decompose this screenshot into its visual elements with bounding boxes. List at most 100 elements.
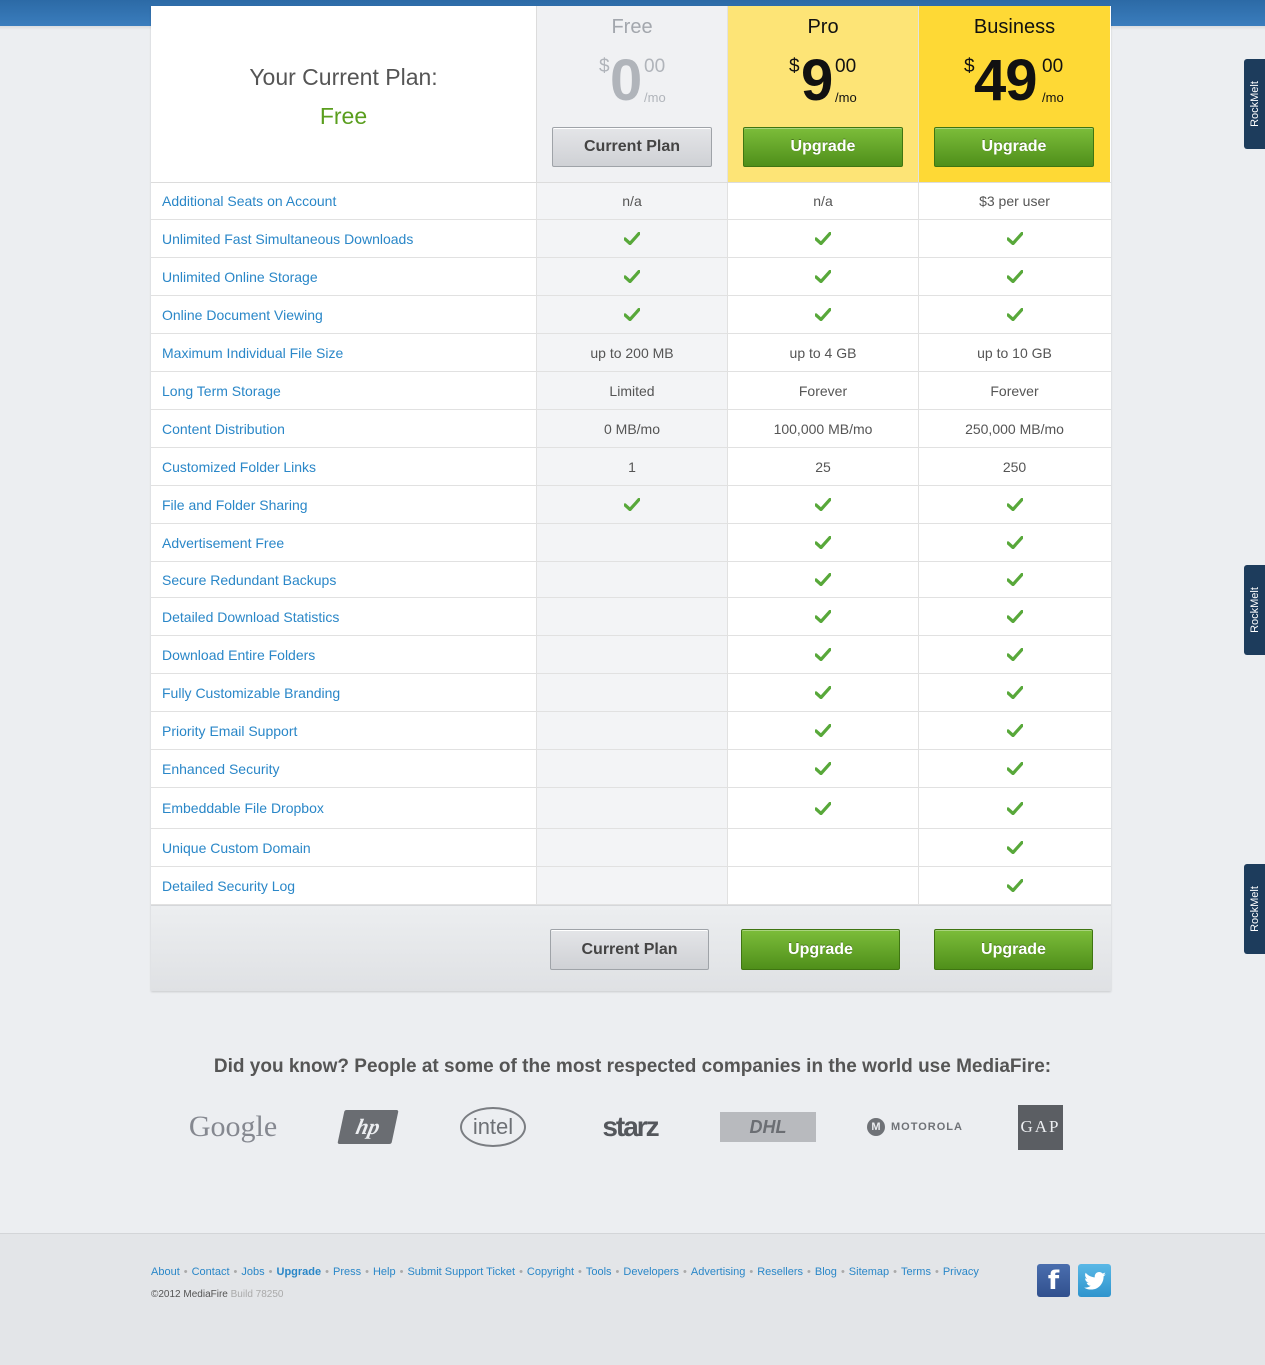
feature-name[interactable]: Unlimited Online Storage <box>151 258 537 295</box>
footer-link-about[interactable]: About <box>151 1266 180 1278</box>
footer-link-copyright[interactable]: Copyright <box>527 1266 574 1278</box>
feature-row: Maximum Individual File Size up to 200 MB… <box>151 334 1111 372</box>
feature-row: Additional Seats on Account n/a n/a $3 per … <box>151 183 1111 220</box>
footer-link-blog[interactable]: Blog <box>815 1266 837 1278</box>
feature-name[interactable]: Maximum Individual File Size <box>151 334 537 371</box>
feature-name[interactable]: Online Document Viewing <box>151 296 537 333</box>
feature-name[interactable]: Download Entire Folders <box>151 636 537 673</box>
feature-name[interactable]: Priority Email Support <box>151 712 537 749</box>
checkmark-icon <box>1006 648 1023 661</box>
facebook-icon[interactable]: f <box>1037 1264 1070 1297</box>
footer-link-developers[interactable]: Developers <box>623 1266 679 1278</box>
twitter-icon[interactable] <box>1078 1264 1111 1297</box>
footer-link-terms[interactable]: Terms <box>901 1266 931 1278</box>
price-period: /mo <box>644 90 666 105</box>
feature-cell <box>919 220 1110 257</box>
checkmark-icon <box>815 801 831 815</box>
rockmelt-tab-2[interactable]: RockMelt <box>1244 565 1265 655</box>
starz-logo: starz <box>602 1111 659 1142</box>
feature-name[interactable]: Customized Folder Links <box>151 448 537 485</box>
price-currency: $ <box>789 56 800 77</box>
plan-current-button[interactable]: Current Plan <box>552 127 712 167</box>
feature-name[interactable]: Advertisement Free <box>151 524 537 561</box>
footer-current-plan-button[interactable]: Current Plan <box>550 929 709 970</box>
price-cents: 00 <box>835 56 857 77</box>
price-amount: 9 <box>801 48 833 113</box>
feature-cell <box>728 562 919 597</box>
feature-name[interactable]: Unique Custom Domain <box>151 829 537 866</box>
footer-link-jobs[interactable]: Jobs <box>241 1266 264 1278</box>
feature-row: Unlimited Fast Simultaneous Downloads <box>151 220 1111 258</box>
footer-link-submit-support-ticket[interactable]: Submit Support Ticket <box>407 1266 515 1278</box>
intel-logo: intel <box>458 1092 528 1162</box>
hp-logo: hp <box>337 1092 399 1162</box>
site-footer: About • Contact • Jobs • Upgrade • Press • Help • Su… <box>0 1233 1265 1365</box>
feature-cell <box>537 636 728 673</box>
checkmark-icon <box>815 498 831 511</box>
checkmark-icon <box>815 762 831 775</box>
current-plan-label: Your Current Plan: <box>249 64 438 90</box>
feature-row: Enhanced Security <box>151 750 1111 788</box>
checkmark-icon <box>1006 498 1023 511</box>
checkmark-icon <box>1006 232 1023 245</box>
feature-name[interactable]: File and Folder Sharing <box>151 486 537 523</box>
feature-name[interactable]: Fully Customizable Branding <box>151 674 537 711</box>
feature-cell <box>919 524 1110 561</box>
footer-upgrade-button[interactable]: Upgrade <box>741 929 900 970</box>
pricing-table: Your Current Plan: Free Free $0 00/mo Curre… <box>151 6 1111 991</box>
checkmark-icon <box>624 232 640 245</box>
footer-upgrade-button[interactable]: Upgrade <box>934 929 1093 970</box>
footer-link-help[interactable]: Help <box>373 1266 396 1278</box>
feature-cell: Forever <box>728 372 919 409</box>
feature-cell <box>728 750 919 787</box>
price-currency: $ <box>599 56 610 77</box>
feature-name[interactable]: Long Term Storage <box>151 372 537 409</box>
rockmelt-tab-1[interactable]: RockMelt <box>1244 59 1265 149</box>
plan-name: Free <box>611 16 653 38</box>
rockmelt-tab-3[interactable]: RockMelt <box>1244 864 1265 954</box>
feature-name[interactable]: Secure Redundant Backups <box>151 562 537 597</box>
feature-cell <box>919 562 1110 597</box>
build-number: Build 78250 <box>230 1289 284 1300</box>
link-separator: • <box>683 1266 687 1278</box>
feature-row: Fully Customizable Branding <box>151 674 1111 712</box>
feature-name[interactable]: Detailed Security Log <box>151 867 537 904</box>
checkmark-icon <box>1006 724 1023 737</box>
feature-cell <box>919 598 1110 635</box>
feature-name[interactable]: Embeddable File Dropbox <box>151 788 537 828</box>
plan-upgrade-button[interactable]: Upgrade <box>743 127 903 167</box>
checkmark-icon <box>1006 573 1023 586</box>
feature-cell: 0 MB/mo <box>537 410 728 447</box>
feature-name[interactable]: Enhanced Security <box>151 750 537 787</box>
feature-cell: up to 4 GB <box>728 334 919 371</box>
footer-link-press[interactable]: Press <box>333 1266 361 1278</box>
feature-name[interactable]: Additional Seats on Account <box>151 183 537 219</box>
feature-cell <box>919 829 1110 866</box>
feature-cell <box>537 296 728 333</box>
feature-row: Customized Folder Links 1 25 250 <box>151 448 1111 486</box>
footer-link-resellers[interactable]: Resellers <box>757 1266 803 1278</box>
feature-row: Secure Redundant Backups <box>151 562 1111 598</box>
footer-link-sitemap[interactable]: Sitemap <box>849 1266 889 1278</box>
price-amount: 49 <box>974 48 1038 113</box>
feature-cell <box>537 788 728 828</box>
feature-name[interactable]: Content Distribution <box>151 410 537 447</box>
link-separator: • <box>893 1266 898 1278</box>
plan-upgrade-button[interactable]: Upgrade <box>934 127 1094 167</box>
footer-link-upgrade[interactable]: Upgrade <box>277 1266 322 1278</box>
motorola-logo: M MOTOROLA <box>863 1092 967 1162</box>
feature-name[interactable]: Unlimited Fast Simultaneous Downloads <box>151 220 537 257</box>
feature-cell: 100,000 MB/mo <box>728 410 919 447</box>
checkmark-icon <box>624 498 640 511</box>
feature-row: Advertisement Free <box>151 524 1111 562</box>
footer-link-tools[interactable]: Tools <box>586 1266 612 1278</box>
footer-link-privacy[interactable]: Privacy <box>943 1266 979 1278</box>
feature-cell <box>728 788 919 828</box>
feature-cell: up to 10 GB <box>977 344 1052 361</box>
feature-cell <box>537 867 728 904</box>
footer-link-advertising[interactable]: Advertising <box>691 1266 745 1278</box>
feature-name[interactable]: Detailed Download Statistics <box>151 598 537 635</box>
feature-row: Content Distribution 0 MB/mo 100,000 MB/mo… <box>151 410 1111 448</box>
pricing-header: Your Current Plan: Free Free $0 00/mo Curre… <box>151 6 1111 183</box>
footer-link-contact[interactable]: Contact <box>192 1266 230 1278</box>
